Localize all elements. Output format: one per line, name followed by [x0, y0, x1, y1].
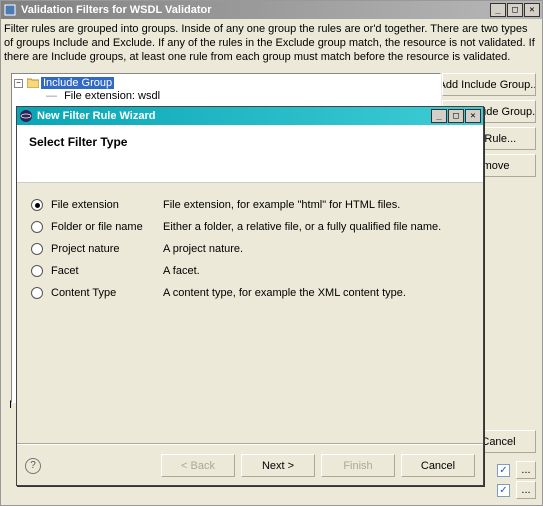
- radio-label-folder: Folder or file name: [51, 221, 163, 233]
- radio-file-extension[interactable]: [31, 199, 43, 211]
- radio-label-project-nature: Project nature: [51, 243, 163, 255]
- radio-desc-folder: Either a folder, a relative file, or a f…: [163, 221, 441, 233]
- wizard-close-button[interactable]: ✕: [465, 109, 481, 123]
- close-button[interactable]: ✕: [524, 3, 540, 17]
- parent-title: Validation Filters for WSDL Validator: [21, 4, 490, 16]
- tree-group-row[interactable]: − Include Group: [14, 76, 438, 90]
- wizard-cancel-button[interactable]: Cancel: [401, 454, 475, 477]
- next-button[interactable]: Next >: [241, 454, 315, 477]
- wizard-title-bar: New Filter Rule Wizard _ □ ✕: [17, 107, 483, 125]
- radio-desc-content-type: A content type, for example the XML cont…: [163, 287, 406, 299]
- radio-label-file-extension: File extension: [51, 199, 163, 211]
- radio-row-project-nature[interactable]: Project nature A project nature.: [31, 243, 469, 255]
- parent-window-controls: _ □ ✕: [490, 3, 540, 17]
- back-button[interactable]: < Back: [161, 454, 235, 477]
- radio-facet[interactable]: [31, 265, 43, 277]
- radio-desc-facet: A facet.: [163, 265, 200, 277]
- check-row-2: ✓ ...: [497, 481, 536, 499]
- radio-label-content-type: Content Type: [51, 287, 163, 299]
- app-icon: [3, 3, 17, 17]
- radio-desc-project-nature: A project nature.: [163, 243, 243, 255]
- radio-content-type[interactable]: [31, 287, 43, 299]
- wizard-header-title: Select Filter Type: [29, 135, 471, 149]
- side-label: I: [9, 399, 12, 411]
- tree-child-row[interactable]: — File extension: wsdl: [46, 90, 438, 102]
- description-text: Filter rules are grouped into groups. In…: [4, 22, 539, 64]
- folder-icon: [27, 78, 39, 88]
- tree-collapse-icon[interactable]: −: [14, 79, 23, 88]
- wizard-footer-buttons: < Back Next > Finish Cancel: [161, 454, 475, 477]
- help-icon[interactable]: ?: [25, 458, 41, 474]
- parent-body: Filter rules are grouped into groups. In…: [1, 19, 542, 71]
- radio-row-content-type[interactable]: Content Type A content type, for example…: [31, 287, 469, 299]
- radio-desc-file-extension: File extension, for example "html" for H…: [163, 199, 400, 211]
- finish-button[interactable]: Finish: [321, 454, 395, 477]
- wizard-footer: ? < Back Next > Finish Cancel: [25, 454, 475, 477]
- minimize-button[interactable]: _: [490, 3, 506, 17]
- maximize-button[interactable]: □: [507, 3, 523, 17]
- wizard-dialog: New Filter Rule Wizard _ □ ✕ Select Filt…: [16, 106, 484, 486]
- wizard-body: File extension File extension, for examp…: [17, 183, 483, 325]
- radio-folder[interactable]: [31, 221, 43, 233]
- tree-group-label[interactable]: Include Group: [41, 77, 114, 89]
- radio-row-folder[interactable]: Folder or file name Either a folder, a r…: [31, 221, 469, 233]
- parent-title-bar: Validation Filters for WSDL Validator _ …: [1, 1, 542, 19]
- check-row-1: ✓ ...: [497, 461, 536, 479]
- ellipsis-button-1[interactable]: ...: [516, 461, 536, 479]
- wizard-window-controls: _ □ ✕: [431, 109, 481, 123]
- checkbox-1[interactable]: ✓: [497, 464, 510, 477]
- radio-project-nature[interactable]: [31, 243, 43, 255]
- wizard-maximize-button[interactable]: □: [448, 109, 464, 123]
- tree-child-label: File extension: wsdl: [64, 90, 160, 102]
- radio-row-file-extension[interactable]: File extension File extension, for examp…: [31, 199, 469, 211]
- checkbox-2[interactable]: ✓: [497, 484, 510, 497]
- wizard-separator: [17, 443, 483, 445]
- radio-label-facet: Facet: [51, 265, 163, 277]
- tree-leaf-dash: —: [46, 90, 57, 102]
- wizard-minimize-button[interactable]: _: [431, 109, 447, 123]
- wizard-header: Select Filter Type: [17, 125, 483, 183]
- add-include-group-button[interactable]: Add Include Group...: [442, 73, 536, 96]
- radio-row-facet[interactable]: Facet A facet.: [31, 265, 469, 277]
- eclipse-icon: [19, 109, 33, 123]
- wizard-title: New Filter Rule Wizard: [37, 110, 431, 122]
- ellipsis-button-2[interactable]: ...: [516, 481, 536, 499]
